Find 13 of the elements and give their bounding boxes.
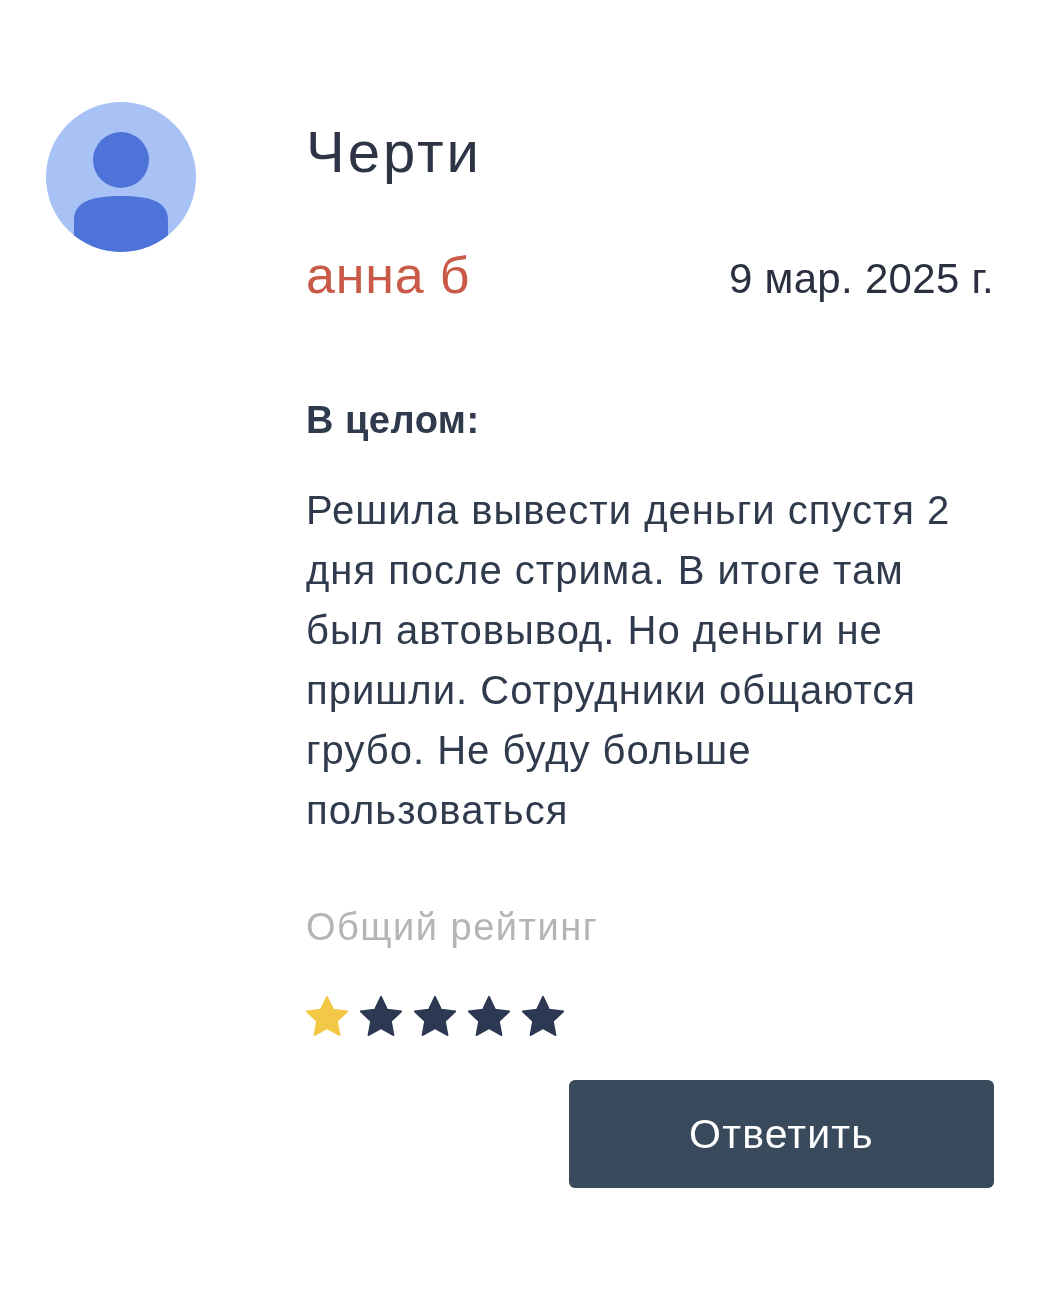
- star-icon: [306, 995, 348, 1037]
- author-name: анна б: [306, 245, 471, 306]
- review-title: Черти: [306, 120, 483, 184]
- reply-button[interactable]: Ответить: [569, 1080, 994, 1188]
- review-text: Решила вывести деньги спустя 2 дня после стрима. В итоге там был автовывод. Но деньги не пришли. Сотрудники общаются грубо. Не буду больше пользоваться: [306, 487, 952, 834]
- star-icon: [360, 995, 402, 1037]
- avatar-icon: [46, 102, 196, 252]
- star-icon: [414, 995, 456, 1037]
- star-icon: [522, 995, 564, 1037]
- section-heading: В целом:: [306, 398, 481, 443]
- review-date: 9 мар. 2025 г.: [728, 254, 994, 304]
- rating-label: Общий рейтинг: [306, 905, 600, 950]
- star-icon: [468, 995, 510, 1037]
